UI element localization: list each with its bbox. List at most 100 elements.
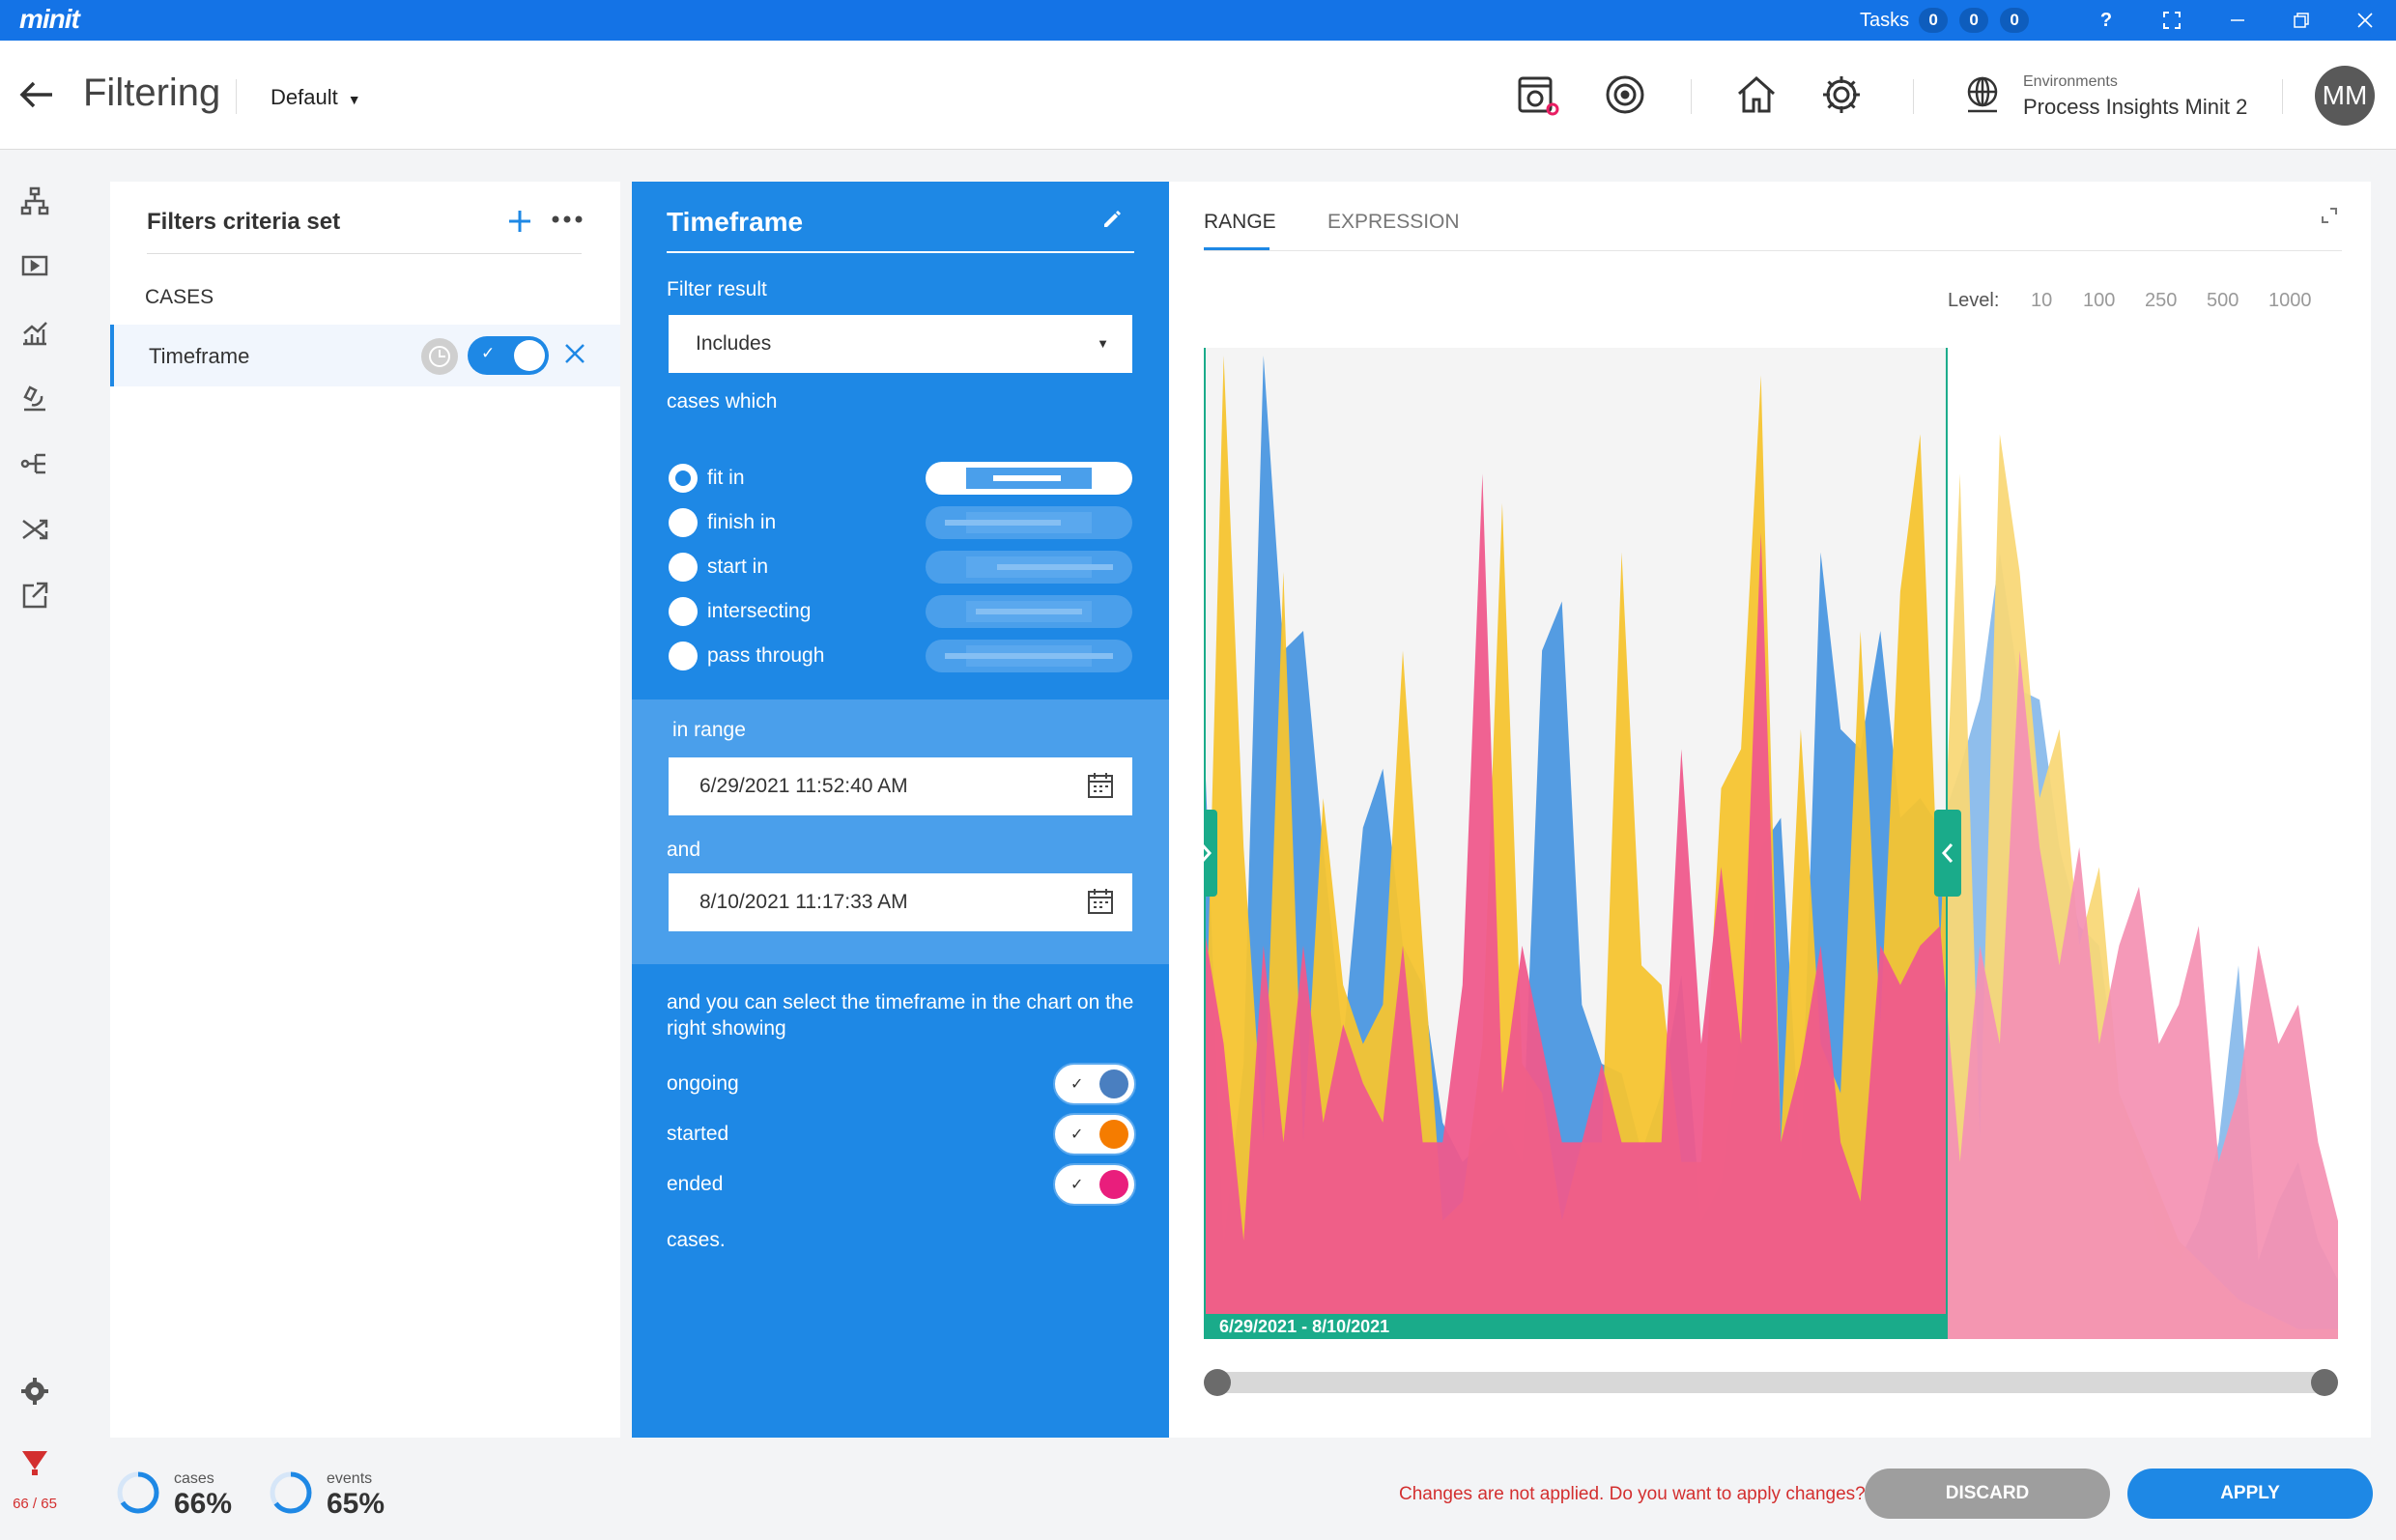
home-icon[interactable] — [1731, 70, 1782, 120]
level-option[interactable]: 100 — [2083, 290, 2115, 312]
more-options-icon[interactable] — [551, 199, 584, 232]
filter-item-timeframe[interactable]: Timeframe ✓ — [110, 325, 620, 386]
export-icon[interactable] — [17, 578, 52, 613]
level-option[interactable]: 10 — [2031, 290, 2052, 312]
selection-left-handle[interactable] — [1204, 810, 1217, 897]
toggle-row-started: started ✓ — [667, 1113, 1136, 1155]
chart-icon[interactable] — [17, 315, 52, 350]
cases-percentage: 66% — [174, 1488, 233, 1520]
divider — [236, 79, 237, 114]
apply-button[interactable]: APPLY — [2127, 1469, 2373, 1519]
expand-icon[interactable] — [2321, 207, 2338, 230]
tasks-indicator[interactable]: Tasks 0 0 0 — [1860, 8, 2040, 33]
toggle-row-ended: ended ✓ — [667, 1163, 1136, 1206]
level-option[interactable]: 500 — [2207, 290, 2239, 312]
range-slider-end-handle[interactable] — [2311, 1369, 2338, 1396]
radio-button[interactable] — [669, 508, 698, 537]
timeframe-area-chart[interactable]: 6/29/2021 - 8/10/2021 — [1204, 348, 2338, 1358]
radio-button[interactable] — [669, 553, 698, 582]
level-option[interactable]: 250 — [2145, 290, 2177, 312]
caret-down-icon: ▼ — [1097, 336, 1109, 351]
discard-button[interactable]: DISCARD — [1865, 1469, 2110, 1519]
minimize-icon[interactable] — [2218, 4, 2257, 37]
timeframe-title: Timeframe — [667, 207, 804, 237]
start-in-diagram-icon — [926, 551, 1132, 584]
divider — [147, 253, 582, 254]
toggle-label: started — [667, 1123, 729, 1145]
task-count-badge[interactable]: 0 — [1959, 8, 1989, 33]
settings-gear-icon[interactable] — [17, 1374, 52, 1409]
filter-result-select[interactable]: Includes ▼ — [669, 315, 1132, 373]
events-label: events — [327, 1470, 373, 1487]
back-arrow-icon[interactable] — [19, 77, 54, 119]
toggle-label: ongoing — [667, 1072, 739, 1095]
timeframe-panel: Timeframe Filter result Includes ▼ cases… — [632, 182, 1183, 1438]
section-heading-cases: CASES — [145, 286, 214, 308]
checkmark-icon: ✓ — [1070, 1126, 1084, 1143]
title-bar: minit Tasks 0 0 0 ? — [0, 0, 2396, 41]
add-filter-button[interactable] — [508, 201, 531, 242]
view-dropdown[interactable]: Default ▼ — [271, 85, 361, 110]
snapshot-settings-icon[interactable] — [1513, 70, 1563, 120]
mode-option-intersecting[interactable]: intersecting — [669, 595, 1142, 628]
and-label: and — [667, 839, 701, 861]
task-count-badge[interactable]: 0 — [1919, 8, 1949, 33]
process-target-icon[interactable] — [1600, 70, 1650, 120]
tab-expression[interactable]: EXPRESSION — [1327, 211, 1460, 234]
help-button[interactable]: ? — [2087, 4, 2125, 37]
environment-name[interactable]: Process Insights Minit 2 — [2023, 95, 2247, 120]
started-toggle[interactable]: ✓ — [1053, 1113, 1136, 1155]
radio-button[interactable] — [669, 642, 698, 670]
toggle-label: ended — [667, 1173, 724, 1195]
presentation-icon[interactable] — [17, 249, 52, 284]
ended-toggle[interactable]: ✓ — [1053, 1163, 1136, 1206]
chart-panel: RANGE EXPRESSION Level: 10 100 250 500 1… — [1169, 182, 2371, 1438]
task-count-badge[interactable]: 0 — [2000, 8, 2030, 33]
globe-icon[interactable] — [1957, 70, 2008, 120]
shuffle-icon[interactable] — [17, 512, 52, 547]
level-option[interactable]: 1000 — [2268, 290, 2312, 312]
divider — [1691, 79, 1692, 114]
start-date-input[interactable]: 6/29/2021 11:52:40 AM — [669, 757, 1132, 815]
fullscreen-icon[interactable] — [2153, 4, 2191, 37]
filter-enable-toggle[interactable]: ✓ — [468, 336, 549, 375]
end-date-input[interactable]: 8/10/2021 11:17:33 AM — [669, 873, 1132, 931]
flow-branch-icon[interactable] — [17, 446, 52, 481]
process-map-icon[interactable] — [17, 184, 52, 218]
microscope-icon[interactable] — [17, 381, 52, 415]
calendar-icon[interactable] — [1086, 887, 1115, 922]
toggle-row-ongoing: ongoing ✓ — [667, 1063, 1136, 1105]
range-slider-start-handle[interactable] — [1204, 1369, 1231, 1396]
unapplied-changes-warning: Changes are not applied. Do you want to … — [1399, 1484, 1866, 1504]
filter-result-value: Includes — [696, 332, 772, 355]
ongoing-toggle[interactable]: ✓ — [1053, 1063, 1136, 1105]
toggle-knob — [1099, 1069, 1128, 1098]
intersecting-diagram-icon — [926, 595, 1132, 628]
mode-option-finish-in[interactable]: finish in — [669, 506, 1142, 539]
calendar-icon[interactable] — [1086, 771, 1115, 806]
events-progress-ring — [270, 1471, 312, 1514]
pass-through-diagram-icon — [926, 640, 1132, 672]
mode-option-pass-through[interactable]: pass through — [669, 640, 1142, 672]
mode-option-start-in[interactable]: start in — [669, 551, 1142, 584]
finish-in-diagram-icon — [926, 506, 1132, 539]
user-avatar[interactable]: MM — [2315, 66, 2375, 126]
remove-filter-icon[interactable] — [564, 336, 585, 372]
restore-icon[interactable] — [2282, 4, 2321, 37]
page-header: Filtering Default ▼ Environments Process … — [0, 41, 2396, 150]
selection-right-handle-body — [1933, 810, 1961, 897]
funnel-filter-icon[interactable] — [17, 1445, 52, 1480]
range-slider-track[interactable] — [1204, 1369, 2338, 1396]
checkmark-icon: ✓ — [1070, 1076, 1084, 1093]
fit-in-diagram-icon — [926, 462, 1132, 495]
level-label: Level: — [1948, 290, 2000, 311]
edit-pencil-icon[interactable] — [1101, 209, 1123, 235]
radio-button[interactable] — [669, 464, 698, 493]
radio-button[interactable] — [669, 597, 698, 626]
gear-icon[interactable] — [1816, 70, 1867, 120]
selection-right-handle[interactable] — [1933, 810, 1961, 897]
mode-option-fit-in[interactable]: fit in — [669, 462, 1142, 495]
toggle-knob — [1099, 1120, 1128, 1149]
close-window-icon[interactable] — [2346, 4, 2384, 37]
tab-range[interactable]: RANGE — [1204, 211, 1276, 234]
